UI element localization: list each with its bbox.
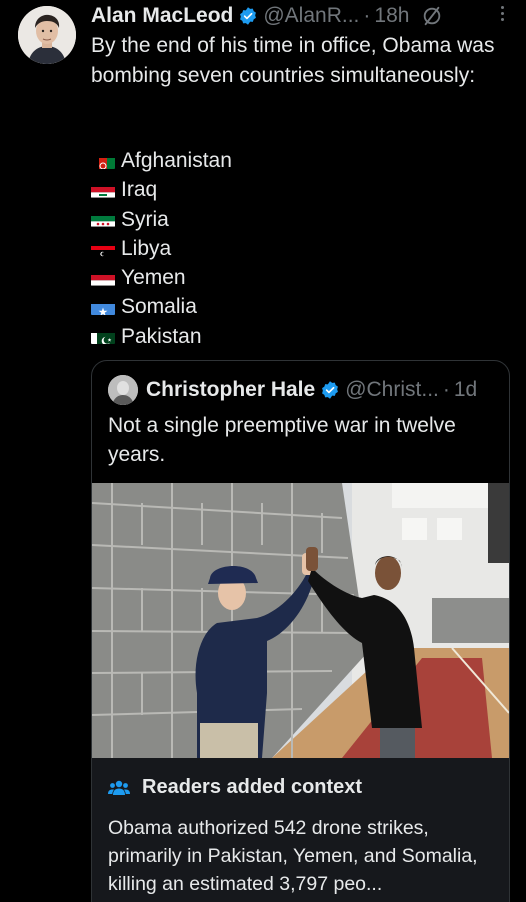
separator-dot: ·: [363, 4, 371, 27]
quoted-tweet-timestamp[interactable]: 1d: [454, 378, 477, 402]
country-name: Iraq: [121, 178, 158, 202]
tweet-header: Alan MacLeod @AlanR... · 18h: [91, 2, 443, 30]
quoted-tweet-text: Not a single preemptive war in twelve ye…: [108, 414, 456, 466]
verified-badge-icon[interactable]: [238, 6, 258, 26]
list-item: Libya: [91, 234, 232, 263]
list-item: Pakistan: [91, 322, 232, 351]
list-item: Iraq: [91, 175, 232, 204]
yemen-flag-icon: [91, 270, 115, 286]
tweet-text: By the end of his time in office, Obama …: [91, 34, 495, 87]
author-avatar[interactable]: [18, 6, 76, 64]
afghanistan-flag-icon: [91, 153, 115, 169]
grok-icon[interactable]: [421, 5, 443, 27]
list-item: Somalia: [91, 292, 232, 321]
country-name: Pakistan: [121, 324, 202, 348]
verified-badge-icon[interactable]: [320, 380, 340, 400]
pakistan-flag-icon: [91, 328, 115, 345]
community-note-title: Readers added context: [108, 776, 362, 799]
author-handle[interactable]: @AlanR...: [263, 4, 359, 28]
community-note-title-label: Readers added context: [142, 776, 363, 798]
country-list: Afghanistan Iraq Syria Libya Yemen Somal…: [91, 146, 232, 351]
country-name: Yemen: [121, 266, 186, 290]
quoted-author-avatar[interactable]: [108, 375, 138, 405]
somalia-flag-icon: [91, 299, 115, 316]
quoted-tweet[interactable]: Christopher Hale @Christ... · 1d Not a s…: [91, 360, 510, 902]
syria-flag-icon: [91, 211, 115, 228]
community-note-text: Obama authorized 542 drone strikes, prim…: [108, 817, 478, 895]
quoted-author-name[interactable]: Christopher Hale: [146, 378, 315, 402]
more-options-icon[interactable]: [501, 6, 504, 21]
people-icon: [108, 778, 130, 798]
list-item: Yemen: [91, 263, 232, 292]
list-item: Syria: [91, 205, 232, 234]
quoted-tweet-header: Christopher Hale @Christ... · 1d: [108, 375, 477, 405]
author-name[interactable]: Alan MacLeod: [91, 4, 233, 28]
tweet[interactable]: Alan MacLeod @AlanR... · 18h By the end …: [0, 0, 526, 902]
country-name: Somalia: [121, 295, 197, 319]
list-item: Afghanistan: [91, 146, 232, 175]
country-name: Syria: [121, 207, 169, 231]
separator-dot: ·: [442, 378, 450, 401]
country-name: Libya: [121, 236, 172, 260]
community-note[interactable]: Readers added context Obama authorized 5…: [92, 758, 509, 902]
quoted-author-handle[interactable]: @Christ...: [345, 378, 439, 402]
libya-flag-icon: [91, 241, 115, 257]
tweet-timestamp[interactable]: 18h: [374, 4, 409, 28]
quoted-tweet-photo[interactable]: [92, 483, 509, 758]
country-name: Afghanistan: [121, 149, 232, 172]
iraq-flag-icon: [91, 182, 115, 198]
